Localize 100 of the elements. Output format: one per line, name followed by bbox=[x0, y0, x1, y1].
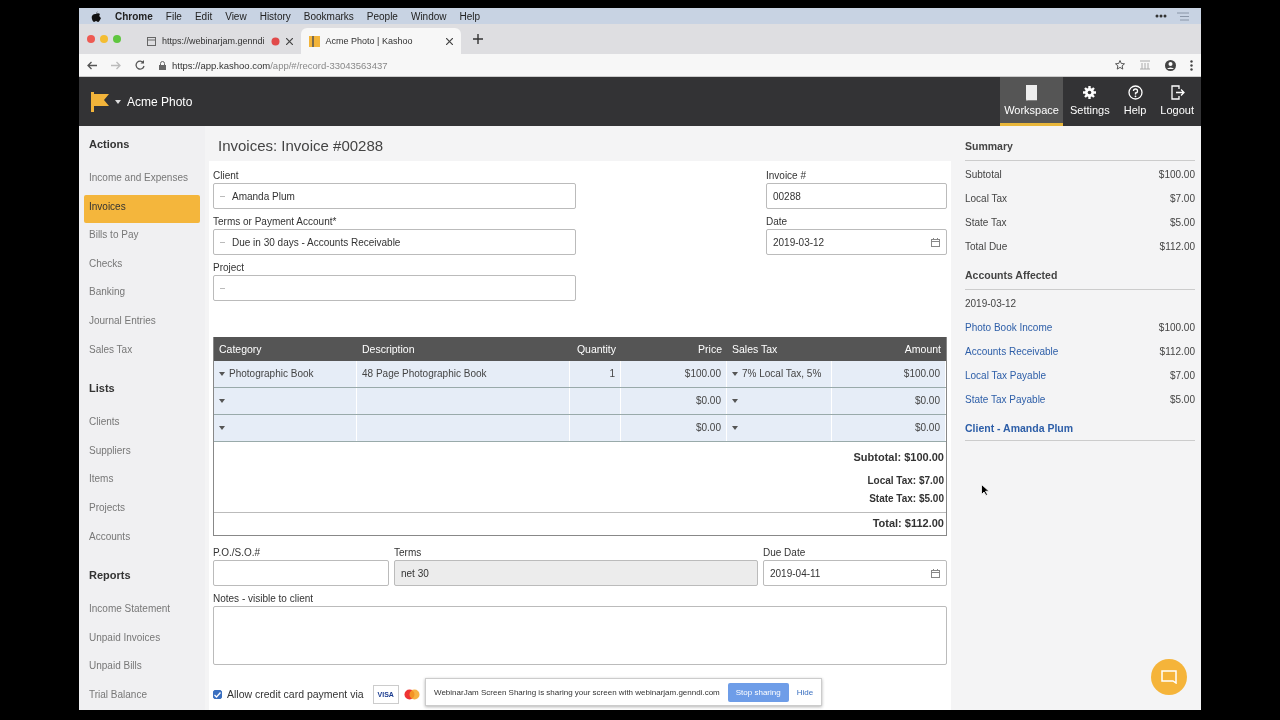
column-header: Price bbox=[697, 343, 723, 355]
hide-button[interactable]: Hide bbox=[796, 687, 814, 697]
sidebar-item[interactable]: Accounts bbox=[84, 524, 200, 554]
sidebar-item[interactable]: Bills to Pay bbox=[84, 223, 200, 252]
workspace-button[interactable]: Workspace bbox=[1000, 77, 1063, 126]
sidebar-item[interactable]: Trial Balance bbox=[84, 682, 200, 710]
account-link[interactable]: Photo Book Income bbox=[965, 320, 1053, 344]
logout-button[interactable]: Logout bbox=[1153, 77, 1201, 126]
menu-item[interactable]: People bbox=[366, 10, 398, 22]
menu-item[interactable]: Edit bbox=[194, 10, 213, 22]
summary-label: Subtotal bbox=[965, 168, 1002, 182]
input-field[interactable]: 00288 bbox=[766, 183, 947, 209]
client-link[interactable]: Amanda Plum bbox=[1003, 422, 1074, 434]
settings-button[interactable]: Settings bbox=[1062, 77, 1117, 126]
field-label: Terms bbox=[394, 546, 423, 559]
date-field[interactable]: 2019-03-12 bbox=[766, 229, 947, 255]
back-icon[interactable] bbox=[87, 60, 97, 70]
caret-icon[interactable] bbox=[732, 399, 738, 403]
sidebar-item[interactable]: Checks bbox=[84, 251, 200, 281]
tax-text: Local Tax: $7.00 bbox=[867, 474, 944, 488]
caret-icon[interactable] bbox=[732, 372, 738, 376]
menu-icon[interactable] bbox=[1190, 59, 1193, 71]
document-icon bbox=[1024, 84, 1040, 101]
menu-item[interactable]: View bbox=[225, 10, 247, 22]
menu-item[interactable]: Bookmarks bbox=[303, 10, 354, 22]
browser-tab[interactable]: https://webinarjam.genndi bbox=[139, 28, 301, 54]
profile-icon[interactable] bbox=[1165, 59, 1176, 71]
sidebar-item[interactable]: Projects bbox=[84, 495, 200, 525]
sidebar-item[interactable]: Clients bbox=[84, 410, 200, 439]
help-icon bbox=[1127, 84, 1143, 101]
tax-text: State Tax: $5.00 bbox=[869, 492, 944, 506]
menu-item[interactable]: History bbox=[259, 10, 291, 22]
reload-icon[interactable] bbox=[135, 60, 145, 70]
field-label: Due Date bbox=[763, 546, 807, 559]
select-field[interactable]: Amanda Plum bbox=[213, 183, 576, 209]
new-tab-icon[interactable] bbox=[472, 34, 483, 44]
checkbox[interactable] bbox=[213, 690, 222, 699]
field-label: Date bbox=[766, 215, 789, 228]
more-icon[interactable] bbox=[1155, 14, 1167, 18]
quantity-cell-text: 1 bbox=[609, 367, 615, 381]
select-field[interactable]: Due in 30 days - Accounts Receivable bbox=[213, 229, 576, 255]
amount-cell-text: $100.00 bbox=[903, 367, 940, 381]
sidebar-item[interactable]: Income Statement bbox=[84, 597, 200, 626]
menu-item[interactable]: Window bbox=[410, 10, 447, 22]
cursor-icon bbox=[981, 484, 989, 496]
sidebar-item[interactable]: Banking bbox=[84, 280, 200, 309]
sidebar-item[interactable]: Unpaid Bills bbox=[84, 654, 200, 683]
lock-icon bbox=[159, 60, 166, 70]
notes-field[interactable] bbox=[213, 606, 947, 665]
date-field[interactable]: 2019-04-11 bbox=[763, 560, 947, 586]
sidebar-item[interactable]: Unpaid Invoices bbox=[84, 625, 200, 655]
account-link[interactable]: State Tax Payable bbox=[965, 392, 1046, 416]
caret-icon[interactable] bbox=[219, 399, 225, 403]
field-label: Invoice # bbox=[766, 169, 808, 182]
field-label: Notes - visible to client bbox=[213, 592, 315, 605]
column-header: Category bbox=[218, 343, 263, 355]
url-text[interactable]: https://app.kashoo.com/app/#/record-33043563437 bbox=[172, 59, 388, 71]
sidebar-item[interactable]: Suppliers bbox=[84, 438, 200, 468]
close-icon[interactable] bbox=[285, 37, 293, 45]
chat-icon bbox=[1161, 670, 1177, 684]
summary-label: Local Tax bbox=[965, 192, 1008, 206]
tab-title: https://webinarjam.genndi bbox=[162, 36, 265, 46]
category-cell-text: Photographic Book bbox=[229, 367, 314, 381]
settings-icon bbox=[1082, 84, 1098, 101]
tab-title: Acme Photo | Kashoo bbox=[325, 36, 414, 46]
account-link[interactable]: Local Tax Payable bbox=[965, 368, 1046, 392]
select-field[interactable] bbox=[213, 275, 576, 301]
help-button[interactable]: Help bbox=[1116, 77, 1154, 126]
sidebar-item[interactable]: Invoices bbox=[84, 194, 200, 224]
field-label: Client bbox=[213, 169, 240, 182]
app-menu[interactable]: Chrome bbox=[115, 10, 153, 22]
price-cell-text: $100.00 bbox=[684, 367, 721, 381]
company-name[interactable]: Acme Photo bbox=[127, 94, 193, 109]
caret-icon[interactable] bbox=[219, 372, 225, 376]
column-header: Sales Tax bbox=[731, 343, 779, 355]
amount-cell-text: $0.00 bbox=[914, 421, 940, 435]
summary-value: $5.00 bbox=[1169, 216, 1195, 230]
input-field[interactable] bbox=[213, 560, 389, 586]
apple-icon[interactable] bbox=[91, 10, 101, 22]
client-label: Client - bbox=[965, 422, 1002, 434]
sidebar-item[interactable]: Income and Expenses bbox=[84, 166, 200, 195]
calendar-icon[interactable] bbox=[931, 568, 940, 578]
browser-tab[interactable]: Acme Photo | Kashoo bbox=[300, 28, 461, 54]
sidebar-item[interactable]: Items bbox=[84, 467, 200, 496]
sidebar-heading: Actions bbox=[88, 138, 131, 152]
column-header: Amount bbox=[903, 343, 942, 355]
account-link[interactable]: Accounts Receivable bbox=[965, 344, 1059, 368]
flag-logo-icon[interactable] bbox=[91, 91, 109, 112]
total-text: Total: $112.00 bbox=[872, 517, 944, 529]
summary-value: $5.00 bbox=[1169, 393, 1195, 407]
menu-item[interactable]: Help bbox=[459, 10, 481, 22]
caret-icon[interactable] bbox=[115, 99, 121, 104]
menu-item[interactable]: File bbox=[165, 10, 182, 22]
sidebar-item[interactable]: Journal Entries bbox=[84, 308, 200, 338]
caret-icon[interactable] bbox=[219, 426, 225, 430]
close-icon[interactable] bbox=[445, 37, 453, 45]
caret-icon[interactable] bbox=[732, 426, 738, 430]
star-icon[interactable] bbox=[1115, 60, 1125, 70]
calendar-icon[interactable] bbox=[931, 237, 940, 247]
sidebar-item[interactable]: Sales Tax bbox=[84, 337, 200, 367]
